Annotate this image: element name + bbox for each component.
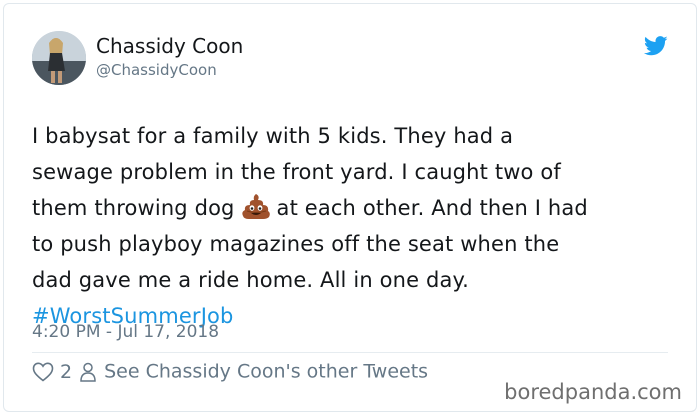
like-count[interactable]: 2 bbox=[60, 361, 72, 383]
tweet-line-with-emoji: them throwing dog at each other. And the… bbox=[32, 190, 672, 226]
tweet-line: sewage problem in the front yard. I caug… bbox=[32, 160, 561, 184]
tweet-card: Chassidy Coon @ChassidyCoon I babysat fo… bbox=[0, 0, 700, 415]
person-icon[interactable] bbox=[80, 362, 96, 382]
watermark: boredpanda.com bbox=[504, 380, 682, 404]
twitter-bird-icon[interactable] bbox=[644, 36, 668, 56]
tweet-body: I babysat for a family with 5 kids. They… bbox=[32, 118, 672, 334]
author-name[interactable]: Chassidy Coon bbox=[96, 34, 243, 58]
tweet-line: to push playboy magazines off the seat w… bbox=[32, 232, 560, 256]
tweet-actions: 2 See Chassidy Coon's other Tweets bbox=[32, 360, 428, 388]
pile-of-poo-icon bbox=[241, 194, 270, 219]
see-other-tweets-link[interactable]: See Chassidy Coon's other Tweets bbox=[104, 361, 428, 383]
divider bbox=[32, 352, 668, 353]
tweet-line: dad gave me a ride home. All in one day. bbox=[32, 268, 469, 292]
tweet-line: I babysat for a family with 5 kids. They… bbox=[32, 124, 514, 148]
tweet-timestamp[interactable]: 4:20 PM - Jul 17, 2018 bbox=[32, 322, 219, 342]
avatar[interactable] bbox=[32, 31, 86, 85]
author-handle[interactable]: @ChassidyCoon bbox=[96, 61, 217, 79]
tweet-line-part: them throwing dog bbox=[32, 196, 235, 220]
heart-icon[interactable] bbox=[32, 361, 54, 382]
tweet-header: Chassidy Coon @ChassidyCoon bbox=[32, 31, 672, 87]
tweet-line-part: at each other. And then I had bbox=[276, 196, 588, 220]
